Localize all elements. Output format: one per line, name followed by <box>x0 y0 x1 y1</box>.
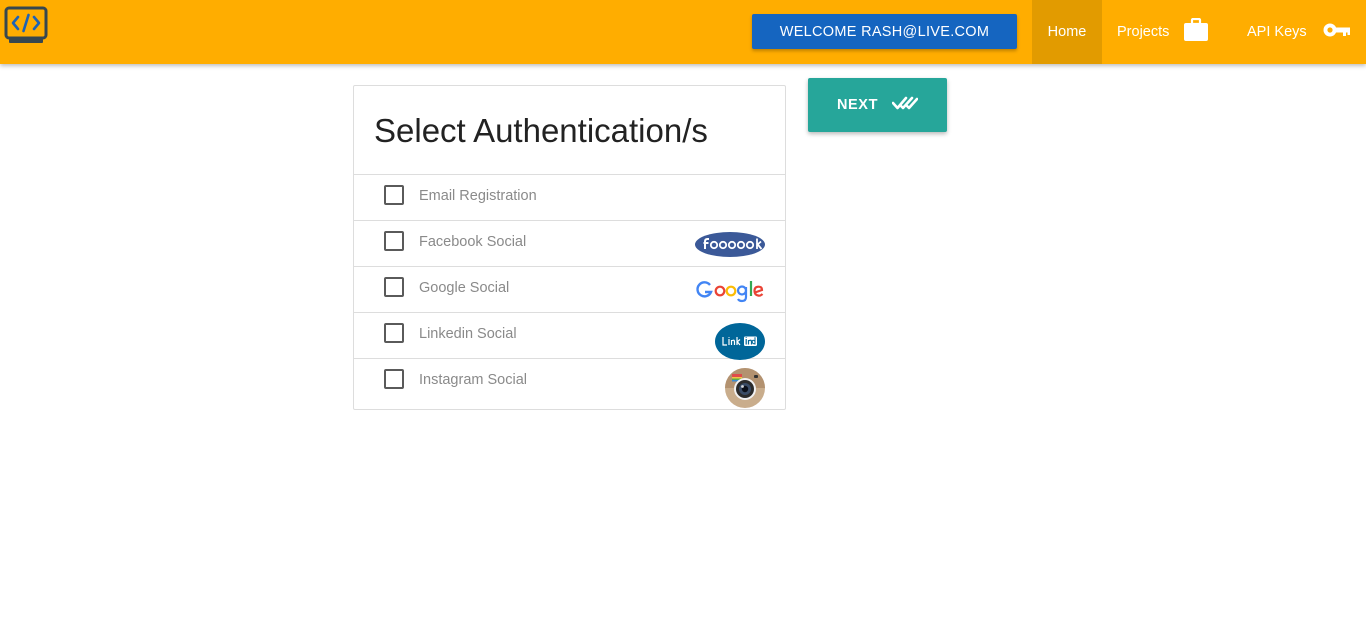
key-icon <box>1323 21 1351 43</box>
authentication-card: Select Authentication/s Email Registrati… <box>353 85 786 410</box>
instagram-social-checkbox[interactable] <box>384 369 404 389</box>
nav-projects[interactable]: Projects <box>1102 0 1230 64</box>
facebook-social-checkbox[interactable] <box>384 231 404 251</box>
facebook-logo-icon <box>695 232 765 262</box>
briefcase-icon <box>1183 17 1209 46</box>
next-button-label: NEXT <box>836 97 879 113</box>
auth-option-label: Google Social <box>419 280 510 296</box>
auth-option-email: Email Registration <box>354 175 785 221</box>
linkedin-social-checkbox[interactable] <box>384 323 404 343</box>
email-registration-checkbox[interactable] <box>384 185 404 205</box>
instagram-logo-icon <box>725 368 765 413</box>
google-logo-icon <box>695 277 765 308</box>
auth-option-label: Facebook Social <box>419 234 527 250</box>
auth-option-facebook: Facebook Social <box>354 221 785 267</box>
top-navbar: WELCOME RASH@LIVE.COM Home Projects API … <box>0 0 1366 64</box>
nav-projects-label: Projects <box>1117 24 1170 40</box>
nav-api-keys[interactable]: API Keys <box>1230 0 1366 64</box>
auth-option-label: Linkedin Social <box>419 326 517 342</box>
next-button[interactable]: NEXT <box>808 78 947 132</box>
google-social-checkbox[interactable] <box>384 277 404 297</box>
auth-option-instagram: Instagram Social <box>354 359 785 411</box>
double-check-icon <box>891 95 919 115</box>
nav-home-label: Home <box>1047 24 1087 40</box>
auth-option-linkedin: Linkedin Social <box>354 313 785 360</box>
auth-option-label: Email Registration <box>419 188 537 204</box>
nav-api-keys-label: API Keys <box>1247 24 1307 40</box>
auth-option-google: Google Social <box>354 267 785 313</box>
code-monitor-icon[interactable] <box>4 6 48 46</box>
nav-home[interactable]: Home <box>1032 0 1102 64</box>
welcome-user-button[interactable]: WELCOME RASH@LIVE.COM <box>752 14 1017 49</box>
auth-option-label: Instagram Social <box>419 372 527 388</box>
card-title: Select Authentication/s <box>354 86 785 175</box>
